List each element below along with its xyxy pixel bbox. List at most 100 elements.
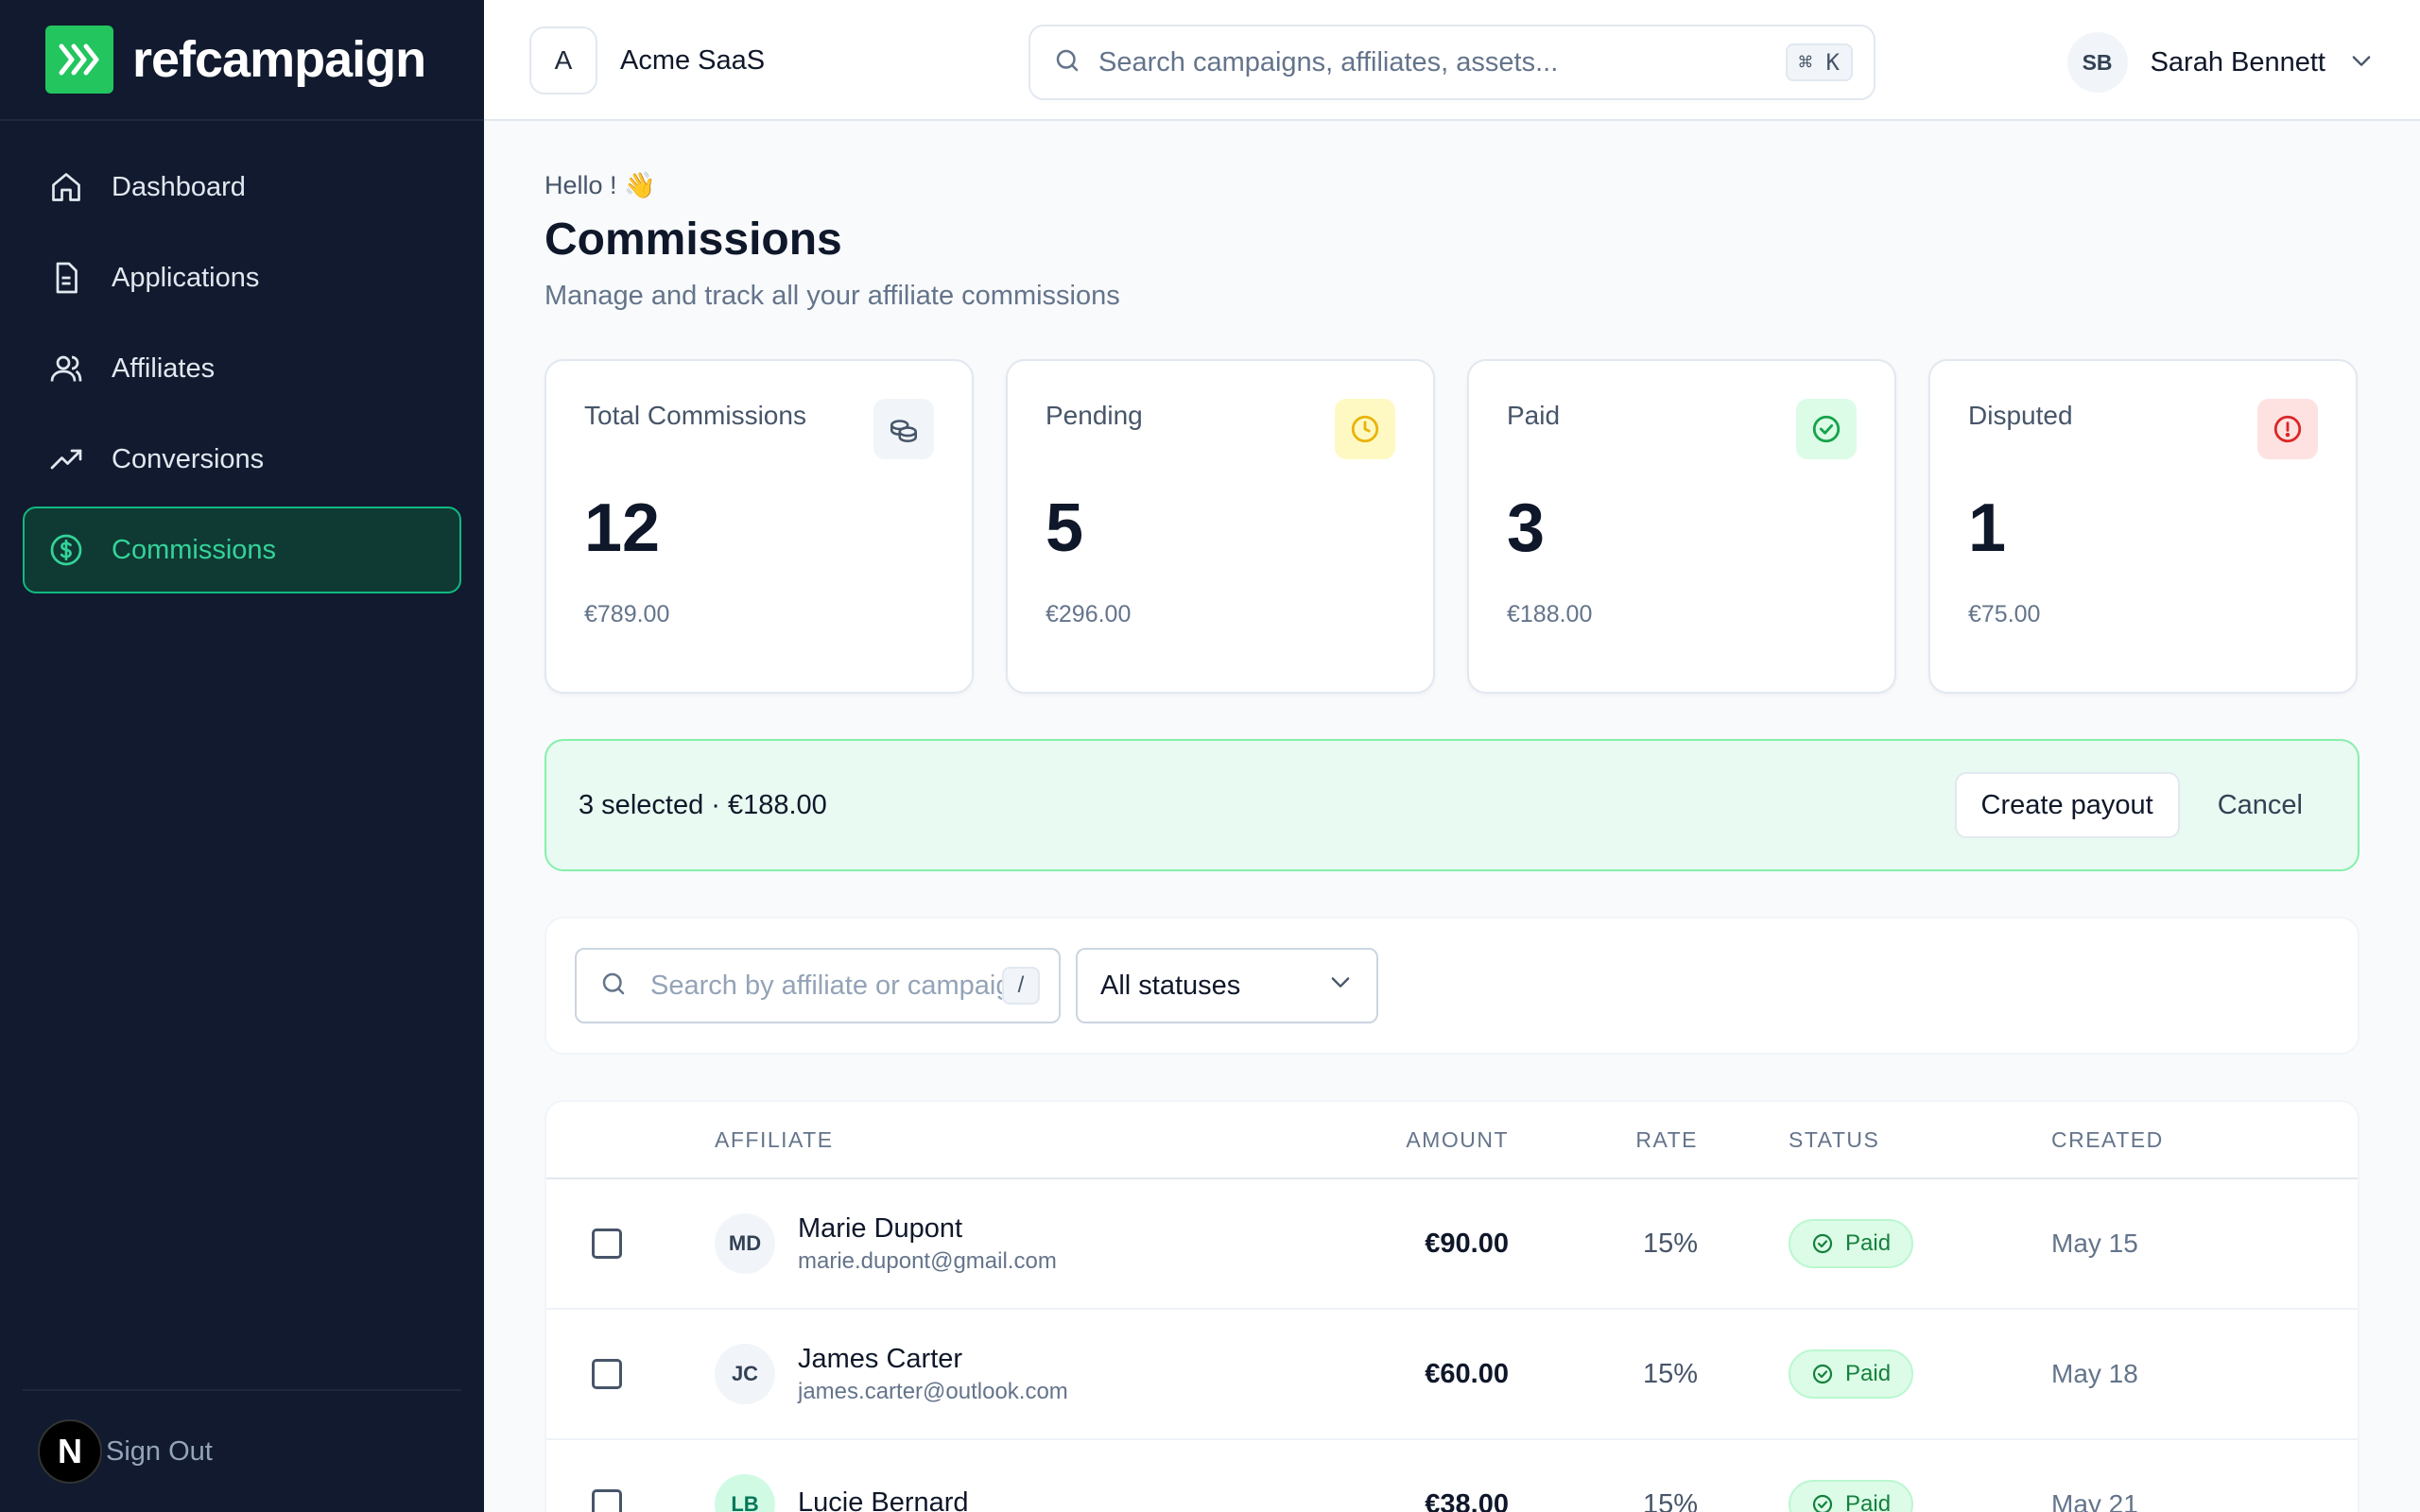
document-icon [47,259,85,297]
trending-up-icon [47,440,85,478]
user-name: Sarah Bennett [2150,46,2325,77]
avatar[interactable]: N [38,1419,102,1484]
sign-out-link[interactable]: Sign Out [106,1436,213,1468]
main-content: Hello ! 👋 Commissions Manage and track a… [544,121,2360,1512]
affiliate-email: marie.dupont@gmail.com [798,1247,1057,1274]
users-icon [47,350,85,387]
cancel-button[interactable]: Cancel [2195,772,2325,838]
commission-rate: 15% [1642,1488,1698,1512]
stat-amount: €188.00 [1507,601,1593,627]
column-status[interactable]: STATUS [1698,1127,2051,1153]
table-row[interactable]: LB Lucie Bernard €38.00 15% Paid May 21 [546,1440,2358,1512]
stat-amount: €789.00 [584,601,670,627]
sidebar-item-label: Commissions [112,534,277,565]
stat-card-pending: Pending 5 €296.00 [1006,359,1435,694]
selection-summary: 3 selected · €188.00 [579,789,827,820]
status-filter-value: All statuses [1100,970,1241,1001]
status-filter-select[interactable]: All statuses [1076,948,1378,1023]
user-avatar: SB [2066,32,2128,93]
check-circle-icon [1812,1494,1833,1512]
table-row[interactable]: MD Marie Dupont marie.dupont@gmail.com €… [546,1179,2358,1310]
alert-circle-icon [2257,399,2318,459]
check-circle-icon [1812,1364,1833,1384]
coins-icon [873,399,934,459]
page-subtitle: Manage and track all your affiliate comm… [544,281,1120,311]
sidebar-item-applications[interactable]: Applications [23,234,461,321]
sidebar-item-conversions[interactable]: Conversions [23,416,461,503]
column-affiliate[interactable]: AFFILIATE [715,1127,1282,1153]
column-amount[interactable]: AMOUNT [1282,1127,1509,1153]
greeting: Hello ! 👋 [544,171,656,199]
sidebar-nav: Dashboard Applications Affiliates Conver… [0,121,484,620]
stat-amount: €75.00 [1968,601,2041,627]
stats-row: Total Commissions 12 €789.00 Pending 5 €… [544,359,2360,694]
created-date: May 18 [2051,1359,2138,1388]
affiliate-name: James Carter [798,1343,963,1374]
created-date: May 15 [2051,1228,2138,1258]
brand-logo-icon [45,26,113,94]
created-date: May 21 [2051,1489,2138,1512]
chevron-down-icon [2348,47,2375,78]
status-label: Paid [1845,1361,1892,1386]
status-label: Paid [1845,1230,1892,1256]
table-row[interactable]: JC James Carter james.carter@outlook.com… [546,1310,2358,1440]
clock-icon [1335,399,1395,459]
selection-bar: 3 selected · €188.00 Create payout Cance… [544,739,2360,871]
search-shortcut: / [1002,967,1040,1005]
sidebar-item-label: Affiliates [112,352,216,384]
commission-rate: 15% [1642,1358,1698,1389]
search-icon [1053,46,1081,79]
stat-value: 3 [1507,490,1546,566]
row-checkbox[interactable] [592,1359,622,1389]
status-label: Paid [1845,1491,1892,1512]
stat-card-disputed: Disputed 1 €75.00 [1928,359,2358,694]
sidebar-item-affiliates[interactable]: Affiliates [23,325,461,412]
commission-amount: €60.00 [1425,1358,1509,1389]
home-icon [47,168,85,206]
org-badge: A [529,26,597,94]
global-search-input[interactable]: Search campaigns, affiliates, assets... … [1028,25,1876,100]
commission-rate: 15% [1642,1228,1698,1259]
stat-card-total: Total Commissions 12 €789.00 [544,359,974,694]
sidebar-item-dashboard[interactable]: Dashboard [23,144,461,231]
column-created[interactable]: CREATED [2051,1127,2335,1153]
sidebar-item-commissions[interactable]: Commissions [23,507,461,593]
commissions-table: AFFILIATE AMOUNT RATE STATUS CREATED MD … [544,1100,2360,1512]
create-payout-button[interactable]: Create payout [1954,772,2180,838]
status-badge: Paid [1789,1219,1914,1268]
sidebar-item-label: Applications [112,262,260,293]
column-rate[interactable]: RATE [1509,1127,1698,1153]
affiliate-email: james.carter@outlook.com [798,1378,1068,1404]
check-circle-icon [1812,1233,1833,1254]
row-checkbox[interactable] [592,1489,622,1512]
commission-amount: €90.00 [1425,1228,1509,1259]
dollar-circle-icon [47,531,85,569]
page-title: Commissions [544,215,842,265]
chevron-down-icon [1327,969,1354,1003]
check-circle-icon [1796,399,1857,459]
avatar: MD [715,1213,775,1274]
commission-amount: €38.00 [1425,1488,1509,1512]
sidebar: refcampaign Dashboard Applications Affil… [0,0,484,1512]
brand[interactable]: refcampaign [0,0,484,121]
commission-search-input[interactable]: Search by affiliate or campaign / [575,948,1061,1023]
user-menu[interactable]: SB Sarah Bennett [2066,32,2375,93]
affiliate-name: Lucie Bernard [798,1486,969,1512]
sidebar-footer: N Sign Out [23,1389,461,1512]
stat-value: 1 [1968,490,2007,566]
search-icon [599,970,628,1003]
row-checkbox[interactable] [592,1228,622,1259]
avatar: JC [715,1344,775,1404]
status-badge: Paid [1789,1349,1914,1399]
search-shortcut: ⌘ K [1785,43,1853,81]
search-placeholder: Search campaigns, affiliates, assets... [1098,46,1559,77]
brand-name: refcampaign [132,31,426,88]
org-switcher[interactable]: A Acme SaaS [529,26,765,94]
sidebar-item-label: Dashboard [112,171,246,202]
topbar: A Acme SaaS Search campaigns, affiliates… [484,0,2420,121]
filter-bar: Search by affiliate or campaign / All st… [544,917,2360,1055]
stat-value: 12 [584,490,661,566]
affiliate-name: Marie Dupont [798,1212,963,1244]
stat-card-paid: Paid 3 €188.00 [1467,359,1896,694]
stat-value: 5 [1046,490,1084,566]
